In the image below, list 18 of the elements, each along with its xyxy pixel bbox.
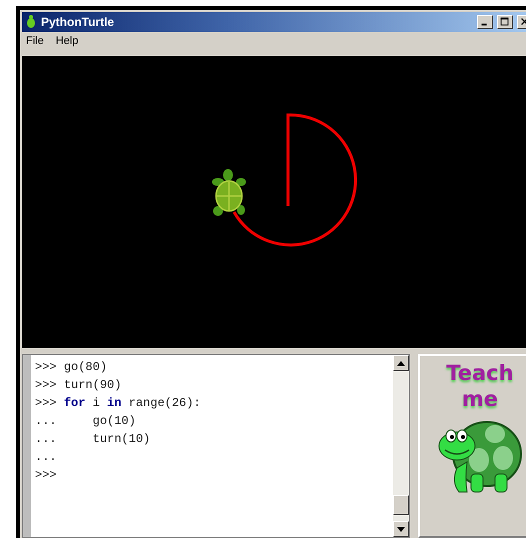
code-line: ... turn(10)	[35, 431, 152, 448]
minimize-button[interactable]	[477, 15, 493, 29]
code-editor[interactable]: >>> go(80) >>> turn(90) >>> for i in range(26): ... go(10) ... turn(10) ... >>>	[31, 355, 393, 537]
code-line: ...	[35, 449, 58, 466]
code-line: >>>	[35, 467, 58, 484]
code-line: >>> for i in range(26):	[35, 395, 202, 412]
scroll-thumb[interactable]	[392, 495, 409, 515]
scrollbar[interactable]	[392, 355, 409, 537]
code-line: ... go(10)	[35, 413, 137, 430]
menu-item[interactable]: Help	[56, 35, 78, 51]
code-line: >>> go(80)	[35, 359, 108, 376]
maximize-button[interactable]	[497, 15, 513, 29]
up-arrow-icon[interactable]	[396, 360, 405, 366]
window-title: PythonTurtle	[41, 15, 116, 29]
down-arrow-icon[interactable]	[396, 526, 405, 532]
code-line: >>> turn(90)	[35, 377, 122, 394]
teach-me-button[interactable]: Teach me	[418, 354, 526, 538]
menu-item[interactable]: File	[26, 35, 44, 51]
